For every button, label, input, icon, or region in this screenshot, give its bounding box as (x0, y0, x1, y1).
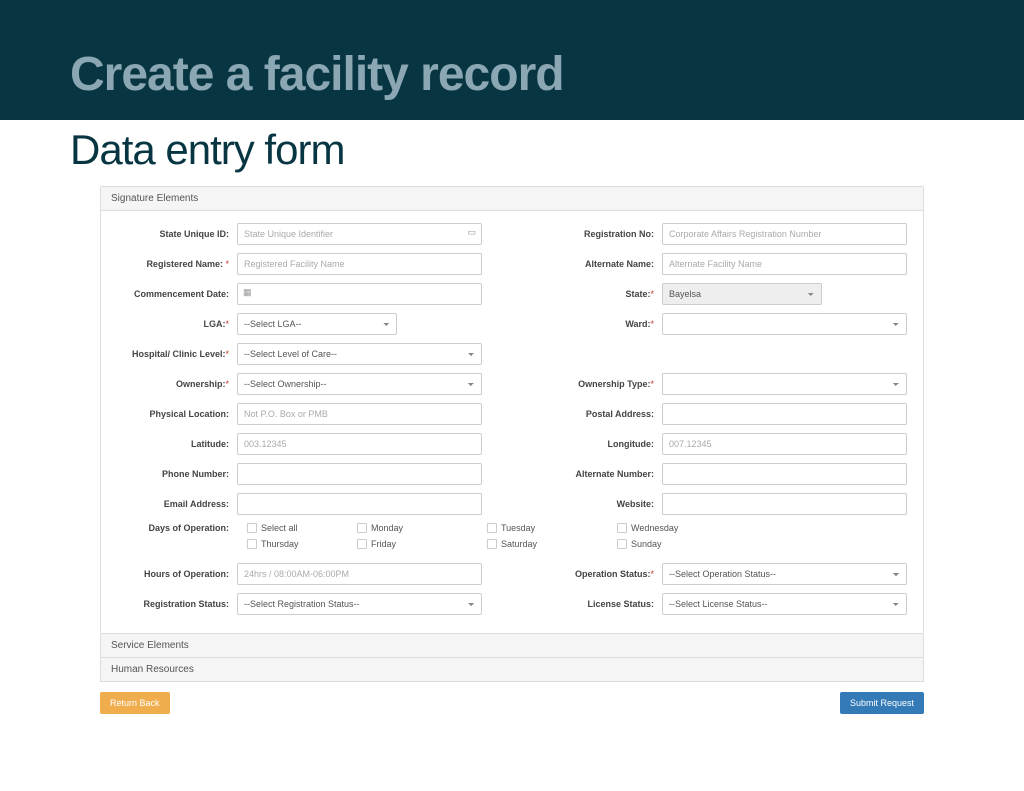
physical-location-input[interactable] (237, 403, 482, 425)
label-lga: LGA:* (117, 319, 237, 330)
longitude-input[interactable] (662, 433, 907, 455)
label-website: Website: (542, 499, 662, 510)
return-back-button[interactable]: Return Back (100, 692, 170, 714)
label-ward: Ward:* (542, 319, 662, 330)
lga-select[interactable]: --Select LGA-- (237, 313, 397, 335)
label-state: State:* (542, 289, 662, 300)
submit-request-button[interactable]: Submit Request (840, 692, 924, 714)
checkbox-sunday[interactable]: Sunday (617, 539, 747, 549)
checkbox-select-all[interactable]: Select all (237, 523, 357, 533)
id-icon: ▭ (467, 227, 476, 238)
label-hospital-level: Hospital/ Clinic Level:* (117, 349, 237, 360)
checkbox-tuesday[interactable]: Tuesday (487, 523, 617, 533)
label-registered-name: Registered Name: * (117, 259, 237, 270)
label-postal-address: Postal Address: (542, 409, 662, 420)
calendar-icon[interactable]: ▦ (243, 287, 252, 298)
state-select[interactable]: Bayelsa (662, 283, 822, 305)
label-commencement-date: Commencement Date: (117, 289, 237, 300)
ownership-type-select[interactable] (662, 373, 907, 395)
page-subtitle: Data entry form (0, 126, 1024, 174)
registered-name-input[interactable] (237, 253, 482, 275)
commencement-date-input[interactable] (237, 283, 482, 305)
label-ownership-type: Ownership Type:* (542, 379, 662, 390)
checkbox-thursday[interactable]: Thursday (237, 539, 357, 549)
label-email-address: Email Address: (117, 499, 237, 510)
website-input[interactable] (662, 493, 907, 515)
label-registration-status: Registration Status: (117, 599, 237, 610)
registration-status-select[interactable]: --Select Registration Status-- (237, 593, 482, 615)
ownership-select[interactable]: --Select Ownership-- (237, 373, 482, 395)
alternate-number-input[interactable] (662, 463, 907, 485)
service-elements-header[interactable]: Service Elements (100, 634, 924, 658)
label-latitude: Latitude: (117, 439, 237, 450)
page-title: Create a facility record (70, 47, 564, 120)
label-days-of-operation: Days of Operation: (117, 523, 237, 555)
email-address-input[interactable] (237, 493, 482, 515)
checkbox-monday[interactable]: Monday (357, 523, 487, 533)
label-longitude: Longitude: (542, 439, 662, 450)
human-resources-header[interactable]: Human Resources (100, 658, 924, 682)
label-operation-status: Operation Status:* (542, 569, 662, 580)
page-header: Create a facility record (0, 0, 1024, 120)
postal-address-input[interactable] (662, 403, 907, 425)
label-alternate-name: Alternate Name: (542, 259, 662, 270)
hospital-level-select[interactable]: --Select Level of Care-- (237, 343, 482, 365)
label-license-status: License Status: (542, 599, 662, 610)
latitude-input[interactable] (237, 433, 482, 455)
label-registration-no: Registration No: (542, 229, 662, 240)
label-physical-location: Physical Location: (117, 409, 237, 420)
label-alternate-number: Alternate Number: (542, 469, 662, 480)
license-status-select[interactable]: --Select License Status-- (662, 593, 907, 615)
operation-status-select[interactable]: --Select Operation Status-- (662, 563, 907, 585)
label-hours-of-operation: Hours of Operation: (117, 569, 237, 580)
alternate-name-input[interactable] (662, 253, 907, 275)
label-phone-number: Phone Number: (117, 469, 237, 480)
signature-elements-header[interactable]: Signature Elements (101, 187, 923, 211)
checkbox-saturday[interactable]: Saturday (487, 539, 617, 549)
label-state-unique-id: State Unique ID: (117, 229, 237, 240)
registration-no-input[interactable] (662, 223, 907, 245)
signature-elements-panel: Signature Elements State Unique ID: ▭ Re… (100, 186, 924, 634)
ward-select[interactable] (662, 313, 907, 335)
hours-of-operation-input[interactable] (237, 563, 482, 585)
state-unique-id-input[interactable] (237, 223, 482, 245)
checkbox-wednesday[interactable]: Wednesday (617, 523, 747, 533)
checkbox-friday[interactable]: Friday (357, 539, 487, 549)
label-ownership: Ownership:* (117, 379, 237, 390)
phone-number-input[interactable] (237, 463, 482, 485)
